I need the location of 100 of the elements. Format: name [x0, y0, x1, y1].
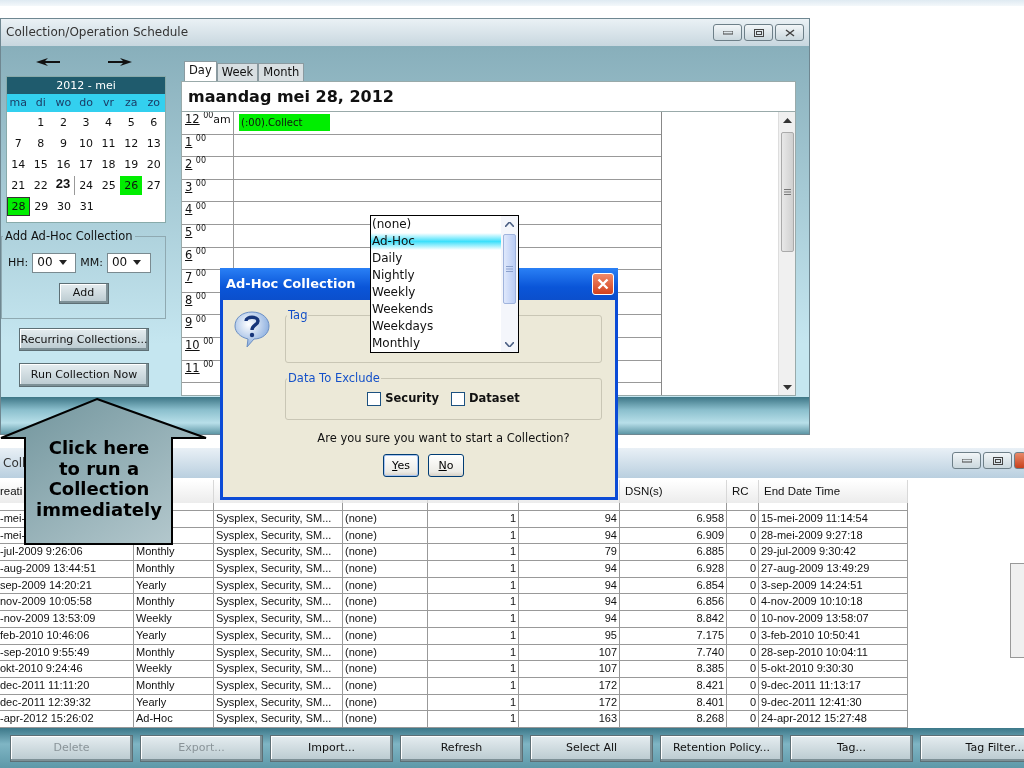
- close-icon: [784, 28, 795, 37]
- calendar-day[interactable]: 4: [97, 113, 120, 132]
- run-collection-button[interactable]: Run Collection Now: [19, 363, 149, 387]
- calendar-day[interactable]: 17: [74, 155, 98, 174]
- scroll-thumb[interactable]: [503, 234, 516, 304]
- table-cell: 4-nov-2009 10:10:18: [761, 595, 863, 608]
- scroll-down-icon[interactable]: [782, 384, 792, 390]
- checkbox[interactable]: [367, 391, 382, 406]
- calendar-day[interactable]: 22: [29, 176, 53, 195]
- calendar-day[interactable]: 6: [142, 113, 166, 132]
- hour-dropdown[interactable]: 00: [32, 252, 77, 273]
- calendar-day[interactable]: 29: [29, 197, 53, 216]
- weekday-label: wo: [54, 95, 73, 111]
- close-button[interactable]: [775, 24, 804, 41]
- field-label: MM:: [80, 255, 103, 270]
- scroll-up-icon[interactable]: [782, 117, 792, 123]
- toolbar-button[interactable]: Import...: [270, 734, 393, 762]
- left-arrow-icon[interactable]: [36, 58, 60, 66]
- calendar-day[interactable]: 18: [97, 155, 120, 174]
- calendar-day[interactable]: 16: [52, 155, 75, 174]
- calendar-day[interactable]: 23: [52, 176, 75, 195]
- calendar-day[interactable]: 27: [142, 176, 165, 195]
- list-option[interactable]: Ad-Hoc: [371, 233, 501, 250]
- calendar-day[interactable]: 1: [29, 113, 53, 132]
- calendar-day[interactable]: 31: [75, 197, 99, 216]
- calendar-day[interactable]: 13: [142, 134, 166, 153]
- table-cell: 7.175: [696, 628, 724, 641]
- calendar-day[interactable]: 12: [119, 134, 143, 153]
- list-option[interactable]: Monthly: [371, 335, 501, 352]
- right-arrow-icon[interactable]: [108, 58, 132, 66]
- scroll-up-icon[interactable]: [505, 221, 514, 227]
- recurring-collections-button[interactable]: Recurring Collections...: [19, 328, 149, 351]
- add-button[interactable]: Add: [58, 282, 109, 304]
- list-option[interactable]: (none): [371, 216, 501, 233]
- calendar-day[interactable]: 8: [29, 134, 53, 153]
- list-option[interactable]: Nightly: [371, 267, 501, 284]
- event-block[interactable]: (:00).Collect: [239, 114, 330, 131]
- dialog-button[interactable]: Yes: [383, 453, 419, 477]
- calendar-day[interactable]: 25: [97, 176, 120, 195]
- calendar-day[interactable]: 19: [119, 155, 143, 174]
- scrollbar[interactable]: [1010, 563, 1024, 658]
- grip-icon: [506, 266, 513, 272]
- tab[interactable]: Week: [216, 63, 259, 81]
- toolbar-button[interactable]: Tag...: [790, 734, 913, 762]
- calendar-day[interactable]: 3: [74, 113, 98, 132]
- calendar-day[interactable]: 2: [52, 113, 75, 132]
- dialog-button[interactable]: No: [428, 453, 464, 477]
- tab[interactable]: Day: [184, 61, 217, 81]
- list-option[interactable]: Weekdays: [371, 318, 501, 335]
- table-cell: 0: [749, 645, 756, 658]
- checkbox[interactable]: [451, 391, 465, 406]
- scrollbar[interactable]: [501, 216, 518, 352]
- tab[interactable]: Month: [258, 63, 305, 81]
- calendar-day[interactable]: 28: [7, 197, 30, 216]
- calendar-day[interactable]: 5: [119, 113, 143, 132]
- table-cell: Sysplex, Security, SM...: [216, 678, 332, 691]
- list-option[interactable]: Daily: [371, 250, 501, 267]
- list-option[interactable]: Weekly: [371, 284, 501, 301]
- toolbar-button[interactable]: Select All: [530, 734, 653, 762]
- maximize-button[interactable]: [983, 452, 1012, 469]
- table-cell: 1: [509, 562, 516, 575]
- calendar-day[interactable]: 26: [119, 176, 143, 195]
- list-option[interactable]: Weekends: [371, 301, 501, 318]
- column-header[interactable]: reati: [0, 485, 23, 497]
- maximize-button[interactable]: [744, 24, 773, 41]
- calendar-day[interactable]: 14: [7, 155, 30, 174]
- minimize-button[interactable]: [713, 24, 742, 41]
- scroll-thumb[interactable]: [780, 132, 794, 252]
- minute-dropdown[interactable]: 00: [106, 252, 151, 273]
- table-cell: (none): [345, 545, 377, 558]
- minimize-icon: [961, 458, 972, 463]
- column-header[interactable]: DSN(s): [625, 485, 663, 497]
- column-header[interactable]: RC: [732, 485, 749, 497]
- calendar-day[interactable]: 24: [74, 176, 98, 195]
- calendar-day[interactable]: 21: [7, 176, 30, 195]
- table-cell: 0: [749, 545, 756, 558]
- table-cell: 0: [749, 562, 756, 575]
- table-cell: 6.909: [696, 528, 724, 541]
- calendar-day[interactable]: 7: [7, 134, 30, 153]
- column-header[interactable]: End Date Time: [764, 485, 841, 497]
- weekday-label: di: [34, 95, 47, 111]
- calendar-day[interactable]: 11: [97, 134, 120, 153]
- toolbar-button[interactable]: Tag Filter...: [920, 734, 1024, 762]
- calendar-day[interactable]: 30: [52, 197, 76, 216]
- toolbar-button[interactable]: Retention Policy...: [660, 734, 783, 762]
- checkbox-label[interactable]: Dataset: [469, 391, 520, 406]
- table-cell: 172: [598, 695, 617, 708]
- field-label: HH:: [8, 255, 29, 270]
- scroll-down-icon[interactable]: [505, 341, 514, 347]
- checkbox-label[interactable]: Security: [385, 391, 439, 406]
- calendar-day[interactable]: 9: [52, 134, 75, 153]
- table-cell: 1: [509, 662, 516, 675]
- weekday-label: vr: [102, 95, 116, 111]
- table-cell: 0: [749, 678, 756, 691]
- calendar-day[interactable]: 10: [74, 134, 98, 153]
- toolbar-button[interactable]: Refresh: [400, 734, 523, 762]
- calendar-day[interactable]: 15: [29, 155, 53, 174]
- hour-label: 4 $^{00}$: [182, 202, 234, 224]
- calendar-day[interactable]: 20: [142, 155, 166, 174]
- minimize-button[interactable]: [952, 452, 981, 469]
